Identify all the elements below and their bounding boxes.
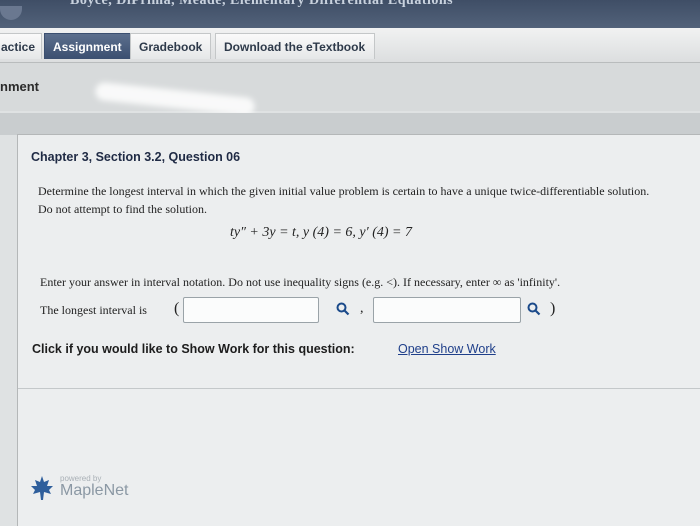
- tab-gradebook[interactable]: Gradebook: [130, 33, 212, 59]
- menu-tab-icon[interactable]: [0, 6, 22, 20]
- maple-leaf-icon: [31, 476, 53, 500]
- answer-instructions: Enter your answer in interval notation. …: [40, 275, 561, 289]
- book-title: Boyce, DiPrima, Meade, Elementary Differ…: [70, 0, 454, 8]
- section-divider: [0, 113, 700, 135]
- open-paren: (: [174, 300, 180, 317]
- show-work-prompt: Click if you would like to Show Work for…: [32, 342, 355, 356]
- open-show-work-link[interactable]: Open Show Work: [398, 342, 496, 356]
- magnifier-icon[interactable]: [336, 302, 350, 320]
- question-heading: Chapter 3, Section 3.2, Question 06: [31, 150, 241, 164]
- upper-bound-input[interactable]: [373, 297, 521, 323]
- magnifier-icon[interactable]: [527, 302, 541, 320]
- interval-separator: ,: [360, 301, 364, 316]
- divider: [18, 388, 700, 389]
- tab-download-etextbook[interactable]: Download the eTextbook: [215, 33, 375, 59]
- title-strip: Boyce, DiPrima, Meade, Elementary Differ…: [0, 0, 700, 28]
- tab-practice[interactable]: actice: [0, 33, 42, 59]
- lower-bound-input[interactable]: [183, 297, 319, 323]
- question-prompt: Determine the longest interval in which …: [38, 184, 650, 216]
- question-panel: Chapter 3, Section 3.2, Question 06 Dete…: [17, 134, 700, 526]
- assignment-title: nment: [0, 79, 39, 94]
- initial-value-equation: ty″ + 3y = t, y (4) = 6, y′ (4) = 7: [230, 225, 412, 240]
- tab-assignment[interactable]: Assignment: [44, 33, 131, 59]
- nav-tabs: actice Assignment Gradebook Download the…: [0, 28, 700, 63]
- close-paren: ): [550, 300, 556, 317]
- maplenet-brand: MapleNet: [60, 482, 129, 499]
- answer-label: The longest interval is: [40, 303, 147, 317]
